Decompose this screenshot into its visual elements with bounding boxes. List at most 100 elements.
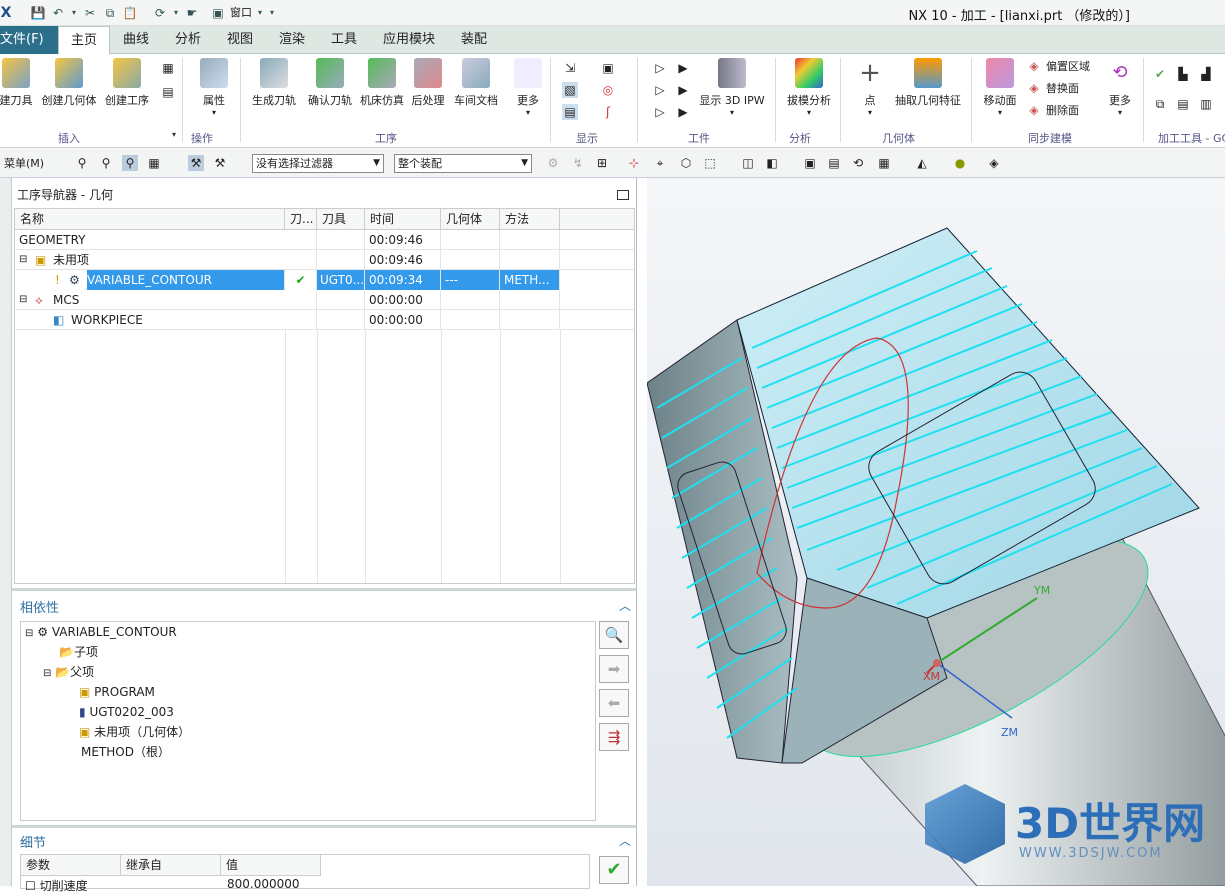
cut-icon[interactable]: ✂ xyxy=(82,5,98,21)
snap-icon-6[interactable]: ⬡ xyxy=(678,155,694,171)
table-row[interactable]: GEOMETRY 00:09:46 xyxy=(15,230,634,250)
snap-icon-4[interactable]: ⊹ xyxy=(626,155,642,171)
tree-node[interactable]: ⊟ 📂父项 xyxy=(43,662,94,682)
create-geometry-button[interactable]: 创建几何体 xyxy=(40,58,98,108)
point-button[interactable]: + 点 ▾ xyxy=(852,58,888,117)
assembly-dropdown[interactable]: 整个装配 ▼ xyxy=(394,154,532,173)
tab-analysis[interactable]: 分析 xyxy=(171,26,205,54)
verify-path-button[interactable]: 确认刀轨 xyxy=(304,58,356,108)
draft-analysis-button[interactable]: 拔模分析 ▾ xyxy=(784,58,834,117)
maximize-icon[interactable] xyxy=(617,190,629,200)
render-icon-6[interactable]: ◈ xyxy=(986,155,1002,171)
move-face-button[interactable]: 移动面 ▾ xyxy=(980,58,1020,117)
checkbox-icon[interactable]: ☐ xyxy=(25,879,36,893)
details-col-value[interactable]: 值 xyxy=(221,855,321,876)
offset-region-label[interactable]: 偏置区域 xyxy=(1046,58,1090,74)
arrow-right-icon[interactable]: ➡ xyxy=(599,655,629,683)
gc-tool-icon-2[interactable]: ▟ xyxy=(1198,66,1214,82)
program-icon[interactable]: ▦ xyxy=(160,60,176,76)
snap-icon-5[interactable]: ⌖ xyxy=(652,155,668,171)
collapse-icon[interactable]: ⊟ xyxy=(19,250,33,270)
display-circle-icon[interactable]: ◎ xyxy=(600,82,616,98)
gc-tool-icon-4[interactable]: ▤ xyxy=(1175,96,1191,112)
extract-geometry-button[interactable]: 抽取几何特征 xyxy=(892,58,964,108)
replace-face-icon[interactable]: ◈ xyxy=(1026,80,1042,96)
postprocess-button[interactable]: 后处理 xyxy=(408,58,448,108)
display-curve-icon[interactable]: ʃ xyxy=(600,104,616,120)
gc-tool-icon-1[interactable]: ▙ xyxy=(1175,66,1191,82)
dropdown-arrow-icon[interactable]: ▾ xyxy=(256,5,264,21)
details-col-param[interactable]: 参数 xyxy=(21,855,121,876)
workpiece-icon-2[interactable]: ▶ xyxy=(675,60,691,76)
replace-face-label[interactable]: 替换面 xyxy=(1046,80,1079,96)
delete-face-label[interactable]: 删除面 xyxy=(1046,102,1079,118)
machine-view-icon[interactable]: ⚒ xyxy=(188,155,204,171)
workpiece-icon-1[interactable]: ▷ xyxy=(652,60,668,76)
render-icon-3[interactable]: ▦ xyxy=(876,155,892,171)
tab-assembly[interactable]: 装配 xyxy=(457,26,491,54)
dropdown-arrow-icon[interactable]: ▾ xyxy=(70,5,78,21)
tab-application[interactable]: 应用模块 xyxy=(379,26,439,54)
chevron-down-icon[interactable]: ▾ xyxy=(172,130,176,139)
rotate-icon[interactable]: ⟲ xyxy=(850,155,866,171)
snap-icon-2[interactable]: ↯ xyxy=(570,155,586,171)
refresh-icon[interactable]: ⟳ xyxy=(152,5,168,21)
hierarchy-icon[interactable]: ⇶ xyxy=(599,723,629,751)
machine-sim-button[interactable]: 机床仿真 xyxy=(357,58,407,108)
gc-check-icon[interactable]: ✔ xyxy=(1152,66,1168,82)
properties-button[interactable]: 属性 ▾ xyxy=(196,58,232,117)
copy-icon[interactable]: ⧉ xyxy=(102,5,118,21)
offset-region-icon[interactable]: ◈ xyxy=(1026,58,1042,74)
tree-node[interactable]: ▣ PROGRAM xyxy=(79,682,155,702)
snap-icon-7[interactable]: ⬚ xyxy=(702,155,718,171)
workpiece-icon-3[interactable]: ▷ xyxy=(652,82,668,98)
tab-file[interactable]: 文件(F) xyxy=(0,26,58,54)
render-icon-4[interactable]: ◭ xyxy=(914,155,930,171)
collapse-icon[interactable]: ⊟ xyxy=(19,290,33,310)
filter-dropdown[interactable]: 没有选择过滤器 ▼ xyxy=(252,154,384,173)
tree-node[interactable]: ▮ UGT0202_003 xyxy=(79,702,174,722)
window-icon[interactable]: ▣ xyxy=(210,5,226,21)
tree-node[interactable]: 📂子项 xyxy=(59,642,98,662)
column-header-name[interactable]: 名称 xyxy=(15,209,285,230)
render-icon-1[interactable]: ▣ xyxy=(802,155,818,171)
table-row[interactable]: ⊟ ⟡ MCS 00:00:00 xyxy=(15,290,634,310)
display-layer-icon[interactable]: ▧ xyxy=(562,82,578,98)
display-toggle-icon[interactable]: ⇲ xyxy=(562,60,578,76)
chevron-up-icon[interactable]: ︿ xyxy=(619,832,631,849)
column-header-toolpath[interactable]: 刀... xyxy=(285,209,317,230)
tree-node[interactable]: METHOD（根） xyxy=(81,742,170,762)
create-operation-button[interactable]: 创建工序 xyxy=(104,58,150,108)
collapse-icon[interactable]: ⊟ xyxy=(43,668,51,679)
create-tool-button[interactable]: 建刀具 xyxy=(0,58,36,108)
details-col-inherit[interactable]: 继承自 xyxy=(121,855,221,876)
customize-arrow-icon[interactable]: ▾ xyxy=(268,5,276,21)
more-sync-button[interactable]: ⟲ 更多 ▾ xyxy=(1104,58,1136,117)
workpiece-icon-6[interactable]: ▶ xyxy=(675,104,691,120)
view-icon-4[interactable]: ▦ xyxy=(146,155,162,171)
show-3d-ipw-button[interactable]: 显示 3D IPW ▾ xyxy=(698,58,766,117)
snap-icon-3[interactable]: ⊞ xyxy=(594,155,610,171)
arrow-left-icon[interactable]: ⬅ xyxy=(599,689,629,717)
tree-node[interactable]: ⊟ ⚙ VARIABLE_CONTOUR xyxy=(25,622,177,642)
gc-tool-icon-3[interactable]: ⧉ xyxy=(1152,96,1168,112)
window-menu-label[interactable]: 窗口 xyxy=(230,5,252,21)
view-icon-3[interactable]: ⚲ xyxy=(122,155,138,171)
view-icon-1[interactable]: ⚲ xyxy=(74,155,90,171)
details-title[interactable]: 细节 xyxy=(20,832,46,851)
check-icon[interactable]: ✔ xyxy=(599,856,629,884)
render-icon-2[interactable]: ▤ xyxy=(826,155,842,171)
generate-path-button[interactable]: 生成刀轨 xyxy=(248,58,300,108)
column-header-geometry[interactable]: 几何体 xyxy=(441,209,500,230)
tab-view[interactable]: 视图 xyxy=(223,26,257,54)
menu-button[interactable]: 菜单(M) xyxy=(4,155,44,171)
save-icon[interactable]: 💾 xyxy=(30,5,46,21)
graphics-viewport[interactable]: YM XM ZM 3D世界网 WWW.3DSJW.COM xyxy=(647,178,1225,886)
touch-mode-icon[interactable]: ☛ xyxy=(184,5,200,21)
snap-icon-9[interactable]: ◧ xyxy=(764,155,780,171)
collapse-icon[interactable]: ⊟ xyxy=(25,628,33,639)
tab-curve[interactable]: 曲线 xyxy=(119,26,153,54)
more-operation-button[interactable]: 更多 ▾ xyxy=(512,58,544,117)
geometry-view-icon[interactable]: ⚒ xyxy=(212,155,228,171)
paste-icon[interactable]: 📋 xyxy=(122,5,138,21)
